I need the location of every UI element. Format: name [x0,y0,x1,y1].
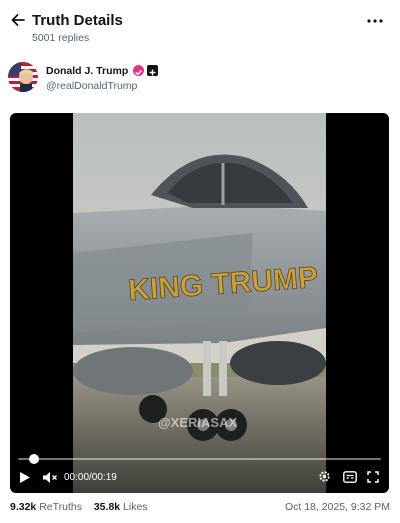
watermark: @XERIASAX [158,415,237,430]
retruths-label[interactable]: ReTruths [39,501,82,513]
video-player[interactable]: KING TRUMP @XERIASAX 00:00/00:19 [10,113,389,493]
header: Truth Details 5001 replies [0,0,400,52]
progress-track[interactable] [18,458,381,460]
play-icon[interactable] [19,471,31,484]
fullscreen-icon[interactable] [367,471,379,483]
progress-knob[interactable] [29,454,39,464]
captions-icon[interactable] [343,471,357,483]
plus-badge-icon [147,65,158,76]
likes-label[interactable]: Likes [123,501,148,513]
video-controls: 00:00/00:19 [10,453,389,493]
author-handle[interactable]: @realDonaldTrump [46,80,137,92]
likes-count[interactable]: 35.8k [94,501,120,513]
verified-badge-icon [133,65,144,76]
page-title: Truth Details [32,12,123,29]
arrow-left-icon[interactable] [8,10,28,30]
gear-icon[interactable] [318,470,331,483]
volume-muted-icon[interactable] [42,471,58,484]
post-stats: 9.32k ReTruths 35.8k Likes Oct 18, 2025,… [10,501,390,517]
more-horizontal-icon[interactable] [366,13,384,29]
avatar[interactable] [8,62,38,92]
time-display: 00:00/00:19 [64,472,117,483]
post-date: Oct 18, 2025, 9:32 PM [284,501,390,513]
retruths-count[interactable]: 9.32k [10,501,36,513]
author-row: Donald J. Trump @realDonaldTrump [8,60,388,96]
reply-count: 5001 replies [32,32,90,44]
video-frame-image: KING TRUMP @XERIASAX [73,113,326,493]
author-name[interactable]: Donald J. Trump [46,65,128,77]
